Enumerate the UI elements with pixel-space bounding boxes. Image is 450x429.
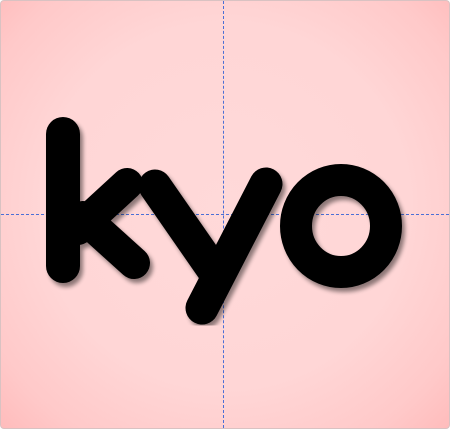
word-kyo: kyo <box>46 117 402 325</box>
letter-o <box>280 164 402 288</box>
letter-y <box>138 167 283 325</box>
letter-k <box>46 117 150 283</box>
flashcard: kyo <box>0 0 450 429</box>
